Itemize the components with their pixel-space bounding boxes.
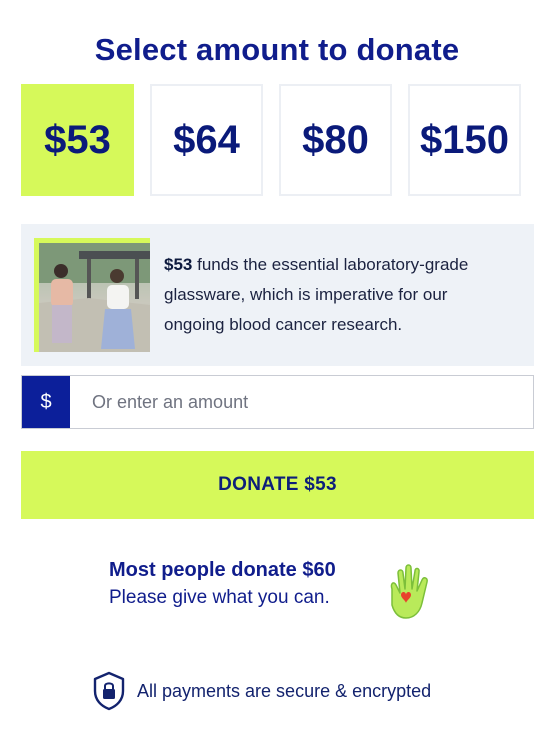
impact-info-panel: $53 funds the essential laboratory-grade…: [21, 224, 534, 366]
impact-text: funds the essential laboratory-grade gla…: [164, 255, 469, 334]
custom-amount-field: $: [21, 375, 534, 429]
give-what-you-can: Please give what you can.: [109, 587, 330, 608]
custom-amount-input[interactable]: [70, 376, 533, 428]
secure-payments-notice: All payments are secure & encrypted: [92, 671, 431, 711]
most-people-amount: Most people donate $60: [109, 559, 336, 581]
currency-symbol: $: [22, 376, 70, 428]
impact-amount: $53: [164, 255, 193, 274]
impact-photo: [34, 238, 150, 352]
secure-payments-text: All payments are secure & encrypted: [137, 680, 432, 701]
amount-option-64[interactable]: $64: [150, 84, 263, 196]
amount-options: $53 $64 $80 $150: [21, 84, 534, 196]
page-title: Select amount to donate: [94, 32, 460, 67]
photo-two-women-walking: [39, 243, 150, 352]
most-people-donate: Most people donate $60 Please give what …: [109, 557, 399, 613]
amount-option-80[interactable]: $80: [279, 84, 392, 196]
amount-option-53[interactable]: $53: [21, 84, 134, 196]
amount-option-150[interactable]: $150: [408, 84, 521, 196]
impact-description: $53 funds the essential laboratory-grade…: [164, 250, 504, 340]
shield-lock-icon: [93, 671, 125, 711]
donate-button[interactable]: DONATE $53: [21, 451, 534, 519]
hand-heart-icon: [390, 564, 428, 619]
